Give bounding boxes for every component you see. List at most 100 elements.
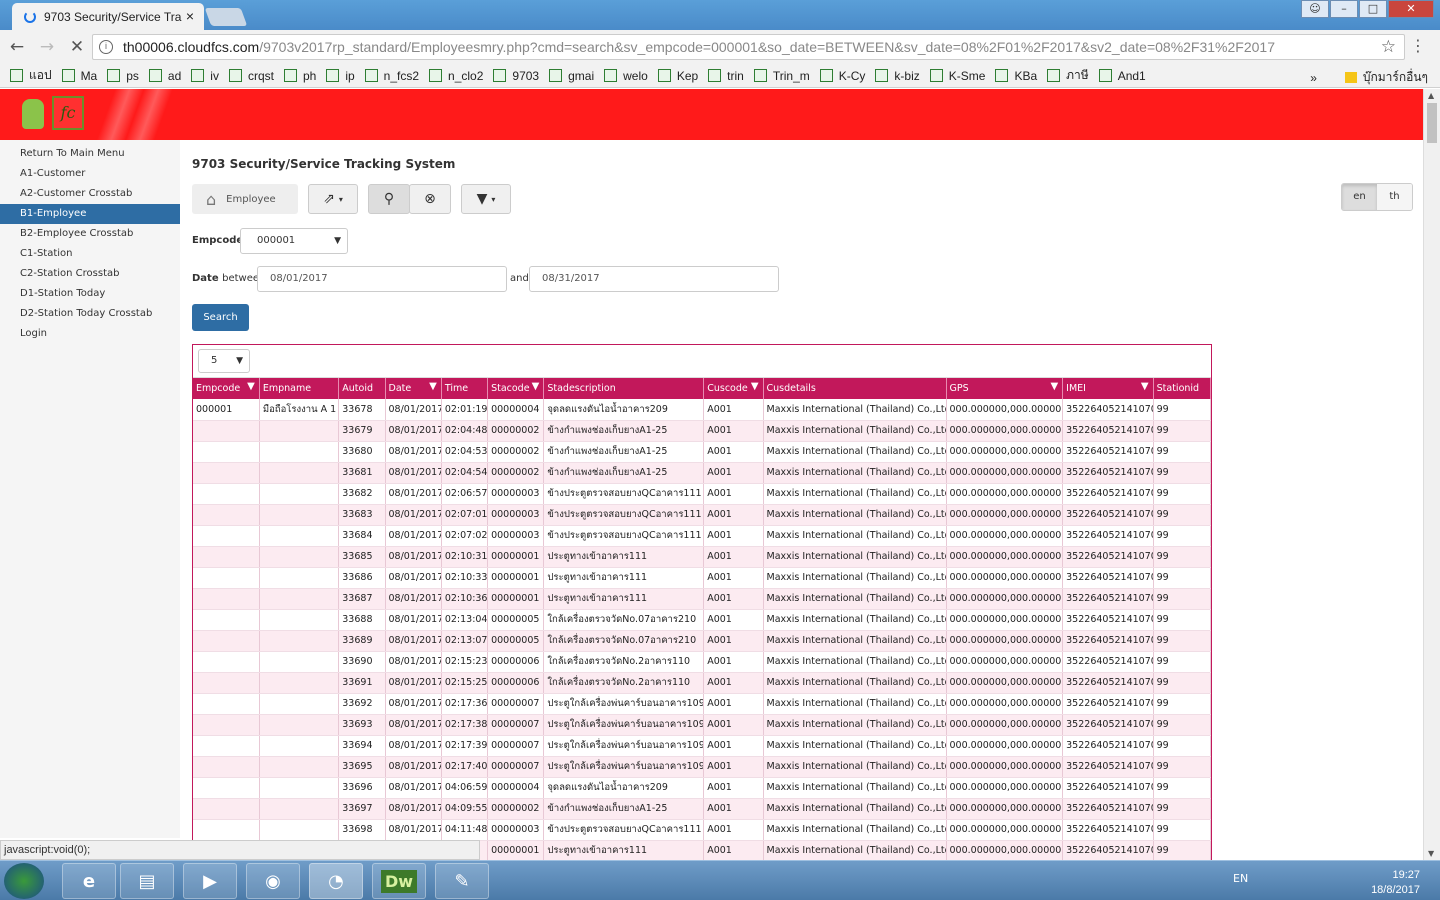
start-button[interactable]	[4, 863, 44, 899]
sidebar-item[interactable]: Return To Main Menu	[0, 144, 180, 164]
table-row[interactable]: 33686 08/01/2017 02:10:33 00000001 ประตูทางเ…	[193, 567, 1211, 589]
column-header[interactable]: Stadescription	[543, 378, 705, 399]
table-row[interactable]: 33683 08/01/2017 02:07:01 00000003 ข้างประตู…	[193, 504, 1211, 526]
bookmark-item[interactable]: ph	[283, 69, 316, 83]
bookmark-item[interactable]: welo	[604, 69, 648, 83]
bookmark-item[interactable]: gmai	[549, 69, 594, 83]
bookmark-item[interactable]: crqst	[228, 69, 274, 83]
column-header[interactable]: Cusdetails	[763, 378, 947, 399]
sidebar-item[interactable]: B1-Employee	[0, 204, 180, 224]
browser-menu-icon[interactable]: ⋮	[1410, 36, 1426, 55]
clock[interactable]: 19:27 18/8/2017	[1371, 869, 1420, 896]
sidebar-item[interactable]: A1-Customer	[0, 164, 180, 184]
table-row[interactable]: 33694 08/01/2017 02:17:39 00000007 ประตูใกล้…	[193, 735, 1211, 757]
bookmark-item[interactable]: Ma	[61, 69, 97, 83]
table-row[interactable]: 000001 มือถือโรงงาน A 1 33678 08/01/2017 02:…	[193, 399, 1211, 421]
sidebar-item[interactable]: Login	[0, 324, 180, 344]
table-row[interactable]: 33693 08/01/2017 02:17:38 00000007 ประตูใกล้…	[193, 714, 1211, 736]
explorer-icon[interactable]: ▤	[120, 863, 174, 899]
home-icon[interactable]: ⌂	[206, 190, 216, 209]
scroll-down-icon[interactable]: ▼	[1428, 849, 1434, 858]
paint-icon[interactable]: ✎	[435, 863, 489, 899]
column-header[interactable]: Autoid	[338, 378, 386, 399]
maximize-button[interactable]: □	[1359, 0, 1387, 18]
new-tab-button[interactable]	[204, 8, 248, 26]
table-row[interactable]: 33687 08/01/2017 02:10:36 00000001 ประตูทางเ…	[193, 588, 1211, 610]
bookmark-item[interactable]: K-Sme	[929, 69, 985, 83]
bookmark-item[interactable]: trin	[708, 69, 744, 83]
bookmark-item[interactable]: iv	[191, 69, 219, 83]
table-row[interactable]: 33681 08/01/2017 02:04:54 00000002 ข้างกำแพง…	[193, 462, 1211, 484]
column-header[interactable]: Empname	[259, 378, 340, 399]
table-row[interactable]: 33690 08/01/2017 02:15:23 00000006 ใกล้เครื่…	[193, 651, 1211, 673]
column-header[interactable]: Stationid	[1153, 378, 1211, 399]
close-tab-icon[interactable]: ×	[186, 8, 194, 24]
table-row[interactable]: 33684 08/01/2017 02:07:02 00000003 ข้างประตู…	[193, 525, 1211, 547]
filter-button[interactable]: ▼ ▾	[461, 184, 511, 214]
filter-icon[interactable]: ▼	[1050, 381, 1058, 392]
table-row[interactable]: 33688 08/01/2017 02:13:04 00000005 ใกล้เครื่…	[193, 609, 1211, 631]
date-to-input[interactable]: 08/31/2017	[529, 266, 779, 292]
column-header[interactable]: GPS ▼	[946, 378, 1064, 399]
address-bar[interactable]: i th00006.cloudfcs.com /9703v2017rp_stan…	[92, 34, 1405, 60]
info-icon[interactable]: i	[99, 40, 113, 54]
close-window-button[interactable]: ✕	[1388, 0, 1434, 18]
table-row[interactable]: 33689 08/01/2017 02:13:07 00000005 ใกล้เครื่…	[193, 630, 1211, 652]
bookmark-item[interactable]: Kep	[657, 69, 698, 83]
page-scrollbar[interactable]: ▲ ▼	[1423, 89, 1440, 860]
table-row[interactable]: 33698 08/01/2017 04:11:48 00000003 ข้างประตู…	[193, 819, 1211, 841]
ie-icon[interactable]: e	[62, 863, 116, 899]
bookmark-item[interactable]: k-biz	[875, 69, 920, 83]
stop-icon[interactable]: ✕	[64, 37, 90, 57]
sidebar-item[interactable]: C1-Station	[0, 244, 180, 264]
back-icon[interactable]: ←	[4, 37, 30, 57]
input-language[interactable]: EN	[1233, 872, 1248, 885]
bookmark-item[interactable]: n_clo2	[429, 69, 483, 83]
lang-en-button[interactable]: en	[1342, 184, 1377, 210]
scroll-up-icon[interactable]: ▲	[1428, 91, 1434, 100]
table-row[interactable]: 33695 08/01/2017 02:17:40 00000007 ประตูใกล้…	[193, 756, 1211, 778]
table-row[interactable]: 33680 08/01/2017 02:04:53 00000002 ข้างกำแพง…	[193, 441, 1211, 463]
bookmark-item[interactable]: Trin_m	[753, 69, 810, 83]
sidebar-item[interactable]: D2-Station Today Crosstab	[0, 304, 180, 324]
column-header[interactable]: Empcode ▼	[193, 378, 260, 399]
browser-tab[interactable]: 9703 Security/Service Tra ×	[12, 3, 204, 30]
bookmark-item[interactable]: And1	[1098, 69, 1146, 83]
table-row[interactable]: 33696 08/01/2017 04:06:59 00000004 จุดลดแรงด…	[193, 777, 1211, 799]
firefox-icon[interactable]: ◔	[309, 863, 363, 899]
sidebar-item[interactable]: B2-Employee Crosstab	[0, 224, 180, 244]
table-row[interactable]: 33697 08/01/2017 04:09:55 00000002 ข้างกำแพง…	[193, 798, 1211, 820]
bookmark-item[interactable]: แอป	[10, 66, 52, 85]
column-header[interactable]: Date ▼	[385, 378, 442, 399]
lang-th-button[interactable]: th	[1377, 184, 1412, 210]
filter-icon[interactable]: ▼	[247, 381, 255, 392]
filter-icon[interactable]: ▼	[429, 381, 437, 392]
table-row[interactable]: 33685 08/01/2017 02:10:31 00000001 ประตูทางเ…	[193, 546, 1211, 568]
filter-icon[interactable]: ▼	[532, 381, 540, 392]
bookmark-item[interactable]: ad	[148, 69, 181, 83]
table-row[interactable]: 33679 08/01/2017 02:04:48 00000002 ข้างกำแพง…	[193, 420, 1211, 442]
bookmark-star-icon[interactable]: ☆	[1381, 37, 1396, 57]
page-size-select[interactable]: 5 ▼	[198, 349, 250, 373]
column-header[interactable]: Time	[441, 378, 489, 399]
filter-icon[interactable]: ▼	[1141, 381, 1149, 392]
dreamweaver-icon[interactable]: Dw	[372, 863, 426, 899]
column-header[interactable]: Stacode ▼	[487, 378, 545, 399]
bookmarks-more[interactable]: »	[1310, 71, 1317, 85]
table-row[interactable]: 33692 08/01/2017 02:17:36 00000007 ประตูใกล้…	[193, 693, 1211, 715]
sidebar-item[interactable]: A2-Customer Crosstab	[0, 184, 180, 204]
media-player-icon[interactable]: ▶	[183, 863, 237, 899]
user-icon[interactable]: ☺	[1301, 0, 1329, 18]
scroll-thumb[interactable]	[1427, 103, 1437, 143]
forward-icon[interactable]: →	[34, 37, 60, 57]
search-button[interactable]: Search	[192, 304, 249, 331]
bookmark-item[interactable]: 9703	[493, 69, 539, 83]
filter-icon[interactable]: ▼	[751, 381, 759, 392]
empcode-select[interactable]: 000001 ▼	[240, 228, 348, 254]
date-from-input[interactable]: 08/01/2017	[257, 266, 507, 292]
bookmark-item[interactable]: ภาษี	[1047, 66, 1089, 85]
sidebar-item[interactable]: D1-Station Today	[0, 284, 180, 304]
sidebar-item[interactable]: C2-Station Crosstab	[0, 264, 180, 284]
chrome-icon[interactable]: ◉	[246, 863, 300, 899]
other-bookmarks[interactable]: บุ๊กมาร์กอื่นๆ	[1363, 68, 1428, 87]
